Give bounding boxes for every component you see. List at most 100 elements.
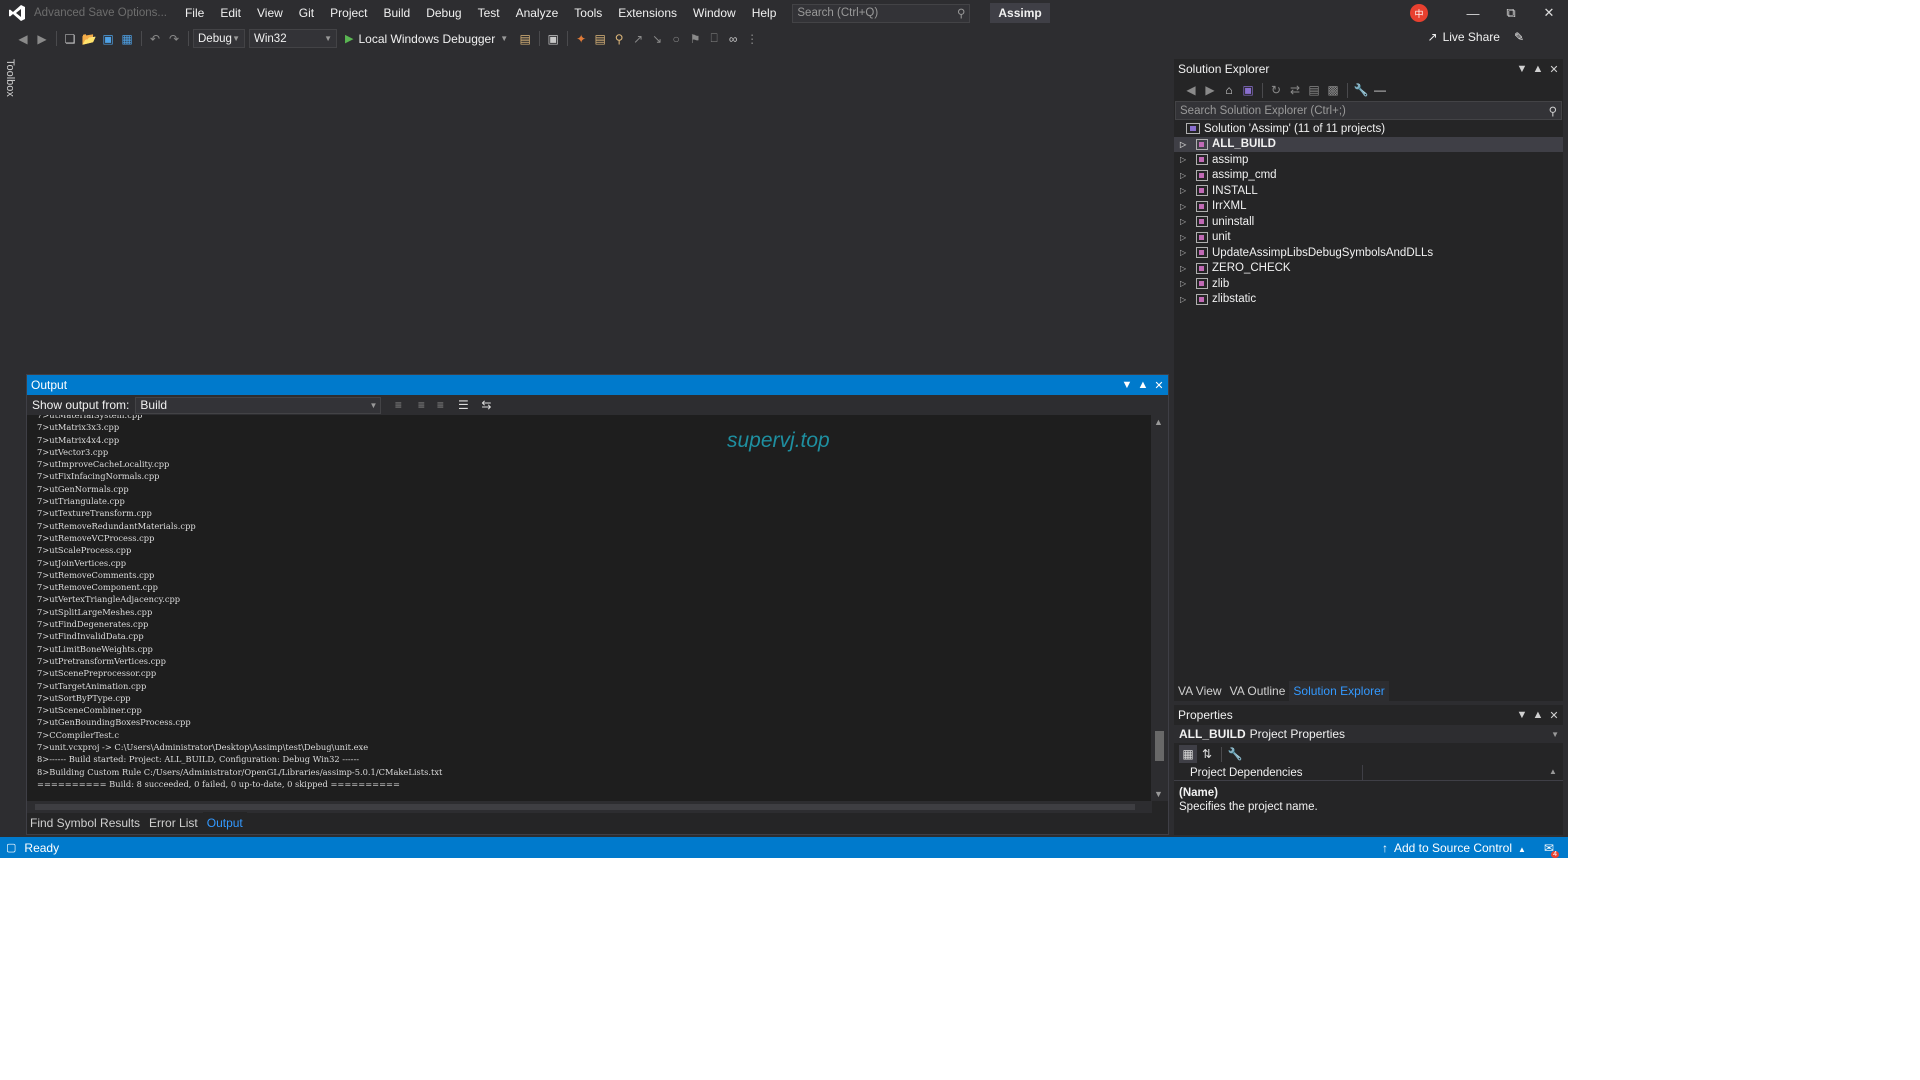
project-node[interactable]: ▷ ALL_BUILD bbox=[1174, 136, 1563, 152]
find-message-icon[interactable]: ≡ bbox=[389, 396, 407, 414]
expand-arrow-icon[interactable]: ▷ bbox=[1180, 248, 1192, 257]
properties-scroll-icon[interactable]: ▲ bbox=[1549, 767, 1559, 783]
close-icon[interactable]: ✕ bbox=[1547, 709, 1561, 722]
scroll-thumb[interactable] bbox=[35, 804, 1135, 810]
refactor-icon[interactable]: ↗ bbox=[629, 30, 647, 48]
scroll-up-icon[interactable]: ▲ bbox=[1154, 417, 1163, 427]
property-pages-wrench-icon[interactable]: 🔧 bbox=[1226, 745, 1244, 763]
scroll-thumb[interactable] bbox=[1155, 731, 1164, 761]
overflow-icon[interactable]: ⋮ bbox=[743, 30, 761, 48]
window-position-icon[interactable]: ▼ bbox=[1515, 63, 1529, 76]
property-row[interactable]: Project Dependencies bbox=[1174, 765, 1563, 781]
advanced-save-options-hint[interactable]: Advanced Save Options... bbox=[34, 7, 167, 19]
save-all-icon[interactable]: ▦ bbox=[118, 30, 136, 48]
tab-va-outline[interactable]: VA Outline bbox=[1226, 681, 1290, 701]
open-file-icon[interactable]: 📂 bbox=[80, 30, 98, 48]
expand-arrow-icon[interactable]: ▷ bbox=[1180, 202, 1192, 211]
refresh-icon[interactable]: ▤ bbox=[1305, 81, 1323, 99]
previous-message-icon[interactable]: ≡ bbox=[412, 396, 430, 414]
menu-analyze[interactable]: Analyze bbox=[508, 0, 567, 26]
menu-test[interactable]: Test bbox=[470, 0, 508, 26]
project-node[interactable]: ▷ UpdateAssimpLibsDebugSymbolsAndDLLs bbox=[1174, 245, 1563, 261]
categorized-icon[interactable]: ▦ bbox=[1179, 745, 1197, 763]
visual-studio-logo-icon[interactable] bbox=[0, 0, 34, 26]
tab-solution-explorer[interactable]: Solution Explorer bbox=[1289, 681, 1389, 701]
pin-icon[interactable]: ▲ bbox=[1531, 709, 1545, 722]
screenshot-icon[interactable]: ▣ bbox=[544, 30, 562, 48]
forward-icon[interactable]: ▶ bbox=[1201, 81, 1219, 99]
menu-window[interactable]: Window bbox=[685, 0, 744, 26]
project-node[interactable]: ▷ assimp bbox=[1174, 152, 1563, 168]
feedback-icon[interactable]: ✎ bbox=[1514, 30, 1524, 44]
navigate-back-icon[interactable]: ◀ bbox=[14, 30, 32, 48]
notifications-button[interactable]: ✉ 4 bbox=[1544, 841, 1559, 858]
restore-button[interactable]: ⧉ bbox=[1492, 0, 1530, 26]
menu-build[interactable]: Build bbox=[376, 0, 419, 26]
menu-file[interactable]: File bbox=[177, 0, 212, 26]
find-references-icon[interactable]: ✦ bbox=[572, 30, 590, 48]
output-vertical-scrollbar[interactable]: ▲ ▼ bbox=[1151, 415, 1168, 801]
alphabetical-icon[interactable]: ⇅ bbox=[1198, 745, 1216, 763]
output-source-dropdown[interactable]: Build ▼ bbox=[135, 396, 382, 414]
close-icon[interactable]: ✕ bbox=[1152, 379, 1166, 392]
pending-changes-filter-icon[interactable]: ↻ bbox=[1267, 81, 1285, 99]
menu-debug[interactable]: Debug bbox=[418, 0, 469, 26]
window-position-icon[interactable]: ▼ bbox=[1515, 709, 1529, 722]
expand-arrow-icon[interactable]: ▷ bbox=[1180, 264, 1192, 273]
find-symbol-icon[interactable]: ⚲ bbox=[610, 30, 628, 48]
back-icon[interactable]: ◀ bbox=[1182, 81, 1200, 99]
project-node[interactable]: ▷ ZERO_CHECK bbox=[1174, 261, 1563, 277]
tab-find-symbol-results[interactable]: Find Symbol Results bbox=[26, 812, 144, 834]
save-icon[interactable]: ▣ bbox=[99, 30, 117, 48]
solution-explorer-search-input[interactable]: Search Solution Explorer (Ctrl+;) ⚲ bbox=[1175, 101, 1562, 120]
tab-va-view[interactable]: VA View bbox=[1174, 681, 1226, 701]
close-button[interactable]: ✕ bbox=[1530, 0, 1568, 26]
scroll-down-icon[interactable]: ▼ bbox=[1154, 789, 1163, 799]
next-message-icon[interactable]: ≡ bbox=[431, 396, 449, 414]
tab-output[interactable]: Output bbox=[202, 812, 247, 834]
open-file-in-solution-icon[interactable]: ▤ bbox=[591, 30, 609, 48]
project-node[interactable]: ▷ assimp_cmd bbox=[1174, 168, 1563, 184]
project-node[interactable]: ▷ zlibstatic bbox=[1174, 292, 1563, 308]
global-search-input[interactable]: Search (Ctrl+Q) ⚲ bbox=[792, 3, 971, 23]
project-node[interactable]: ▷ INSTALL bbox=[1174, 183, 1563, 199]
sync-icon[interactable]: ⇄ bbox=[1286, 81, 1304, 99]
property-row-value[interactable] bbox=[1362, 765, 1542, 781]
menu-project[interactable]: Project bbox=[322, 0, 375, 26]
output-text-area[interactable]: 7>utMaterialSystem.cpp 7>utMatrix3x3.cpp 7… bbox=[27, 415, 1152, 801]
undo-icon[interactable]: ↶ bbox=[146, 30, 164, 48]
pin-icon[interactable]: ▲ bbox=[1531, 63, 1545, 76]
minimize-button[interactable]: — bbox=[1454, 0, 1492, 26]
expand-arrow-icon[interactable]: ▷ bbox=[1180, 171, 1192, 180]
toolbox-tab[interactable]: Toolbox bbox=[4, 59, 16, 97]
expand-arrow-icon[interactable]: ▷ bbox=[1180, 155, 1192, 164]
properties-wrench-icon[interactable]: 🔧 bbox=[1352, 81, 1370, 99]
navigate-forward-icon[interactable]: ▶ bbox=[33, 30, 51, 48]
link-icon[interactable]: ∞ bbox=[724, 30, 742, 48]
redo-icon[interactable]: ↷ bbox=[165, 30, 183, 48]
menu-help[interactable]: Help bbox=[744, 0, 785, 26]
expand-arrow-icon[interactable]: ▷ bbox=[1180, 217, 1192, 226]
project-node[interactable]: ▷ IrrXML bbox=[1174, 199, 1563, 215]
new-project-icon[interactable]: ❏ bbox=[61, 30, 79, 48]
toggle-icon[interactable]: ⎕ bbox=[705, 30, 723, 48]
word-wrap-icon[interactable]: ⇆ bbox=[477, 396, 495, 414]
clear-all-icon[interactable]: ☰ bbox=[454, 396, 472, 414]
menu-git[interactable]: Git bbox=[291, 0, 322, 26]
home-icon[interactable]: ⌂ bbox=[1220, 81, 1238, 99]
properties-object-selector[interactable]: ALL_BUILD Project Properties ▼ bbox=[1174, 725, 1563, 743]
close-icon[interactable]: ✕ bbox=[1547, 63, 1561, 76]
platform-dropdown[interactable]: Win32 ▼ bbox=[249, 29, 337, 48]
window-position-icon[interactable]: ▼ bbox=[1120, 379, 1134, 392]
folder-icon[interactable]: ▤ bbox=[516, 30, 534, 48]
menu-extensions[interactable]: Extensions bbox=[610, 0, 685, 26]
switch-views-icon[interactable]: ▣ bbox=[1239, 81, 1257, 99]
solution-root-node[interactable]: Solution 'Assimp' (11 of 11 projects) bbox=[1174, 121, 1563, 137]
breakpoint-icon[interactable]: ○ bbox=[667, 30, 685, 48]
expand-arrow-icon[interactable]: ▷ bbox=[1180, 279, 1192, 288]
menu-view[interactable]: View bbox=[249, 0, 291, 26]
project-node[interactable]: ▷ zlib bbox=[1174, 276, 1563, 292]
expand-arrow-icon[interactable]: ▷ bbox=[1180, 140, 1192, 149]
collapse-all-icon[interactable]: ▩ bbox=[1324, 81, 1342, 99]
start-debugging-button[interactable]: ▶ Local Windows Debugger ▼ bbox=[345, 32, 508, 46]
